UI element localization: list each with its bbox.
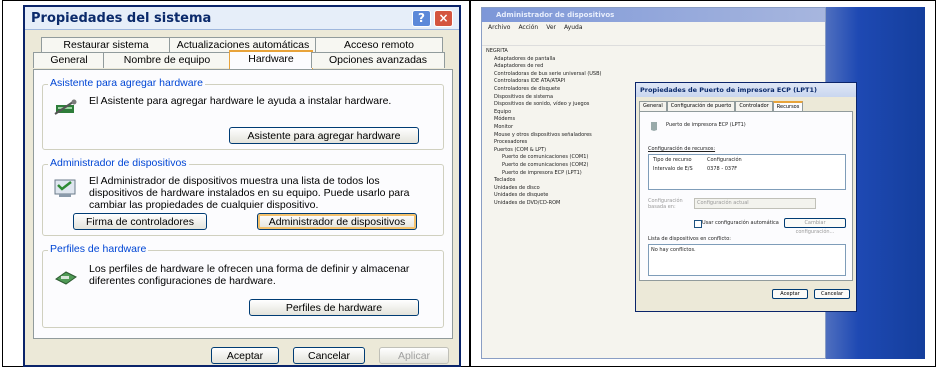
based-on-value: Configuración actual [697,200,749,206]
lpt1-properties-dialog: Propiedades de Puerto de impresora ECP (… [635,82,857,312]
menu-archivo[interactable]: Archivo [488,22,510,33]
tree-subitem[interactable]: Puerto de impresora ECP (LPT1) [486,170,601,178]
resource-config-value: 0378 - 037F [707,166,738,172]
dialog-tabs: General Configuración de puerto Controla… [639,101,804,111]
resources-tab-body: Puerto de impresora ECP (LPT1) Configura… [639,111,853,281]
left-screenshot-panel: Propiedades del sistema ? × Restaurar si… [2,0,470,367]
hardware-tab-body: Asistente para agregar hardware El Asist… [33,69,453,339]
dialog-tab-port-settings[interactable]: Configuración de puerto [666,101,736,111]
hardware-profiles-icon [55,271,77,285]
tree-item[interactable]: Adaptadores de red [486,63,601,71]
desktop-background: Administrador de dispositivos Archivo Ac… [481,7,925,359]
ok-button[interactable]: Aceptar [211,347,279,364]
tree-item[interactable]: Unidades de DVD/CD-ROM [486,200,601,208]
tree-item[interactable]: Teclados [486,177,601,185]
menu-accion[interactable]: Acción [518,22,538,33]
add-hardware-description: El Asistente para agregar hardware le ay… [89,95,392,107]
group-title: Administrador de dispositivos [48,157,189,169]
tree-item[interactable]: Unidades de disquete [486,192,601,200]
tree-item[interactable]: Controladores de disquete [486,86,601,94]
apply-button[interactable]: Aplicar [379,347,449,364]
based-on-label: Configuración basada en: [648,198,683,210]
device-name: Puerto de impresora ECP (LPT1) [666,122,746,128]
driver-signing-button[interactable]: Firma de controladores [73,213,207,230]
add-hardware-wizard-button[interactable]: Asistente para agregar hardware [229,127,419,144]
toolbar [482,33,825,46]
resources-table[interactable]: Tipo de recurso Configuración Intervalo … [648,154,846,190]
dialog-title: Propiedades de Puerto de impresora ECP (… [636,83,856,97]
tree-subitem[interactable]: Puerto de comunicaciones (COM1) [486,154,601,162]
tree-item[interactable]: Monitor [486,124,601,132]
tree-item[interactable]: Controladoras IDE ATA/ATAPI [486,78,601,86]
add-hardware-wizard-icon [54,99,77,115]
col-configuration: Configuración [707,157,742,163]
resources-label: Configuración de recursos: [648,146,716,152]
tree-item[interactable]: Dispositivos de sonido, vídeo y juegos [486,101,601,109]
device-manager-group: Administrador de dispositivos El Adminis… [42,157,444,236]
add-hardware-group: Asistente para agregar hardware El Asist… [42,77,444,150]
help-button[interactable]: ? [412,10,431,27]
menu-ver[interactable]: Ver [546,22,556,33]
tab-restaurar-sistema[interactable]: Restaurar sistema [41,37,171,53]
device-manager-button[interactable]: Administrador de dispositivos [257,213,417,230]
hardware-profiles-group: Perfiles de hardware Los perfiles de har… [42,243,444,328]
tab-strip: Restaurar sistema Actualizaciones automá… [33,37,453,73]
dialog-tab-resources[interactable]: Recursos [772,101,804,111]
close-button[interactable]: × [434,10,453,27]
dialog-tab-driver[interactable]: Controlador [735,101,773,111]
tree-item[interactable]: Controladoras de bus serie universal (US… [486,71,601,79]
device-manager-description: El Administrador de dispositivos muestra… [89,175,410,211]
dialog-cancel-button[interactable]: Cancelar [814,289,850,299]
tab-nombre-de-equipo[interactable]: Nombre de equipo [103,52,231,68]
tree-item[interactable]: Procesadores [486,139,601,147]
tree-item[interactable]: Módems [486,116,601,124]
auto-config-label: Usar configuración automática [702,220,779,226]
tab-hardware[interactable]: Hardware [229,50,313,69]
cancel-button[interactable]: Cancelar [293,347,365,364]
menu-bar: Archivo Acción Ver Ayuda [482,22,825,33]
dialog-ok-button[interactable]: Aceptar [772,289,808,299]
dialog-tab-general[interactable]: General [639,101,667,111]
conflicts-label: Lista de dispositivos en conflicto: [648,236,731,242]
device-tree: NEGRITA Adaptadores de pantalla Adaptado… [486,48,601,207]
tree-subitem[interactable]: Puerto de comunicaciones (COM2) [486,162,601,170]
conflicts-box: No hay conflictos. [648,244,846,276]
right-screenshot-panel: Administrador de dispositivos Archivo Ac… [470,0,936,367]
tree-item[interactable]: Adaptadores de pantalla [486,56,601,64]
conflicts-value: No hay conflictos. [651,247,696,253]
group-title: Perfiles de hardware [48,243,149,255]
menu-ayuda[interactable]: Ayuda [564,22,583,33]
tree-item[interactable]: Mouse y otros dispositivos señaladores [486,132,601,140]
printer-port-icon [651,122,657,131]
tab-opciones-avanzadas[interactable]: Opciones avanzadas [311,52,445,68]
tab-acceso-remoto[interactable]: Acceso remoto [315,37,443,53]
system-properties-window: Propiedades del sistema ? × Restaurar si… [23,5,461,367]
based-on-select[interactable]: Configuración actual [694,198,816,209]
tree-item[interactable]: Puertos (COM & LPT) [486,147,601,155]
device-manager-icon [54,179,76,197]
window-title: Propiedades del sistema [25,7,459,30]
tree-root[interactable]: NEGRITA [486,48,601,56]
col-resource-type: Tipo de recurso [653,157,692,163]
tab-general[interactable]: General [33,52,105,68]
hardware-profiles-description: Los perfiles de hardware le ofrecen una … [89,263,410,287]
change-config-button[interactable]: Cambiar configuración... [784,218,846,235]
tree-item[interactable]: Unidades de disco [486,185,601,193]
resource-type-value: Intervalo de E/S [653,166,693,172]
hardware-profiles-button[interactable]: Perfiles de hardware [249,299,419,316]
group-title: Asistente para agregar hardware [48,77,205,89]
device-manager-title: Administrador de dispositivos [482,8,825,22]
auto-config-checkbox[interactable] [694,220,702,228]
